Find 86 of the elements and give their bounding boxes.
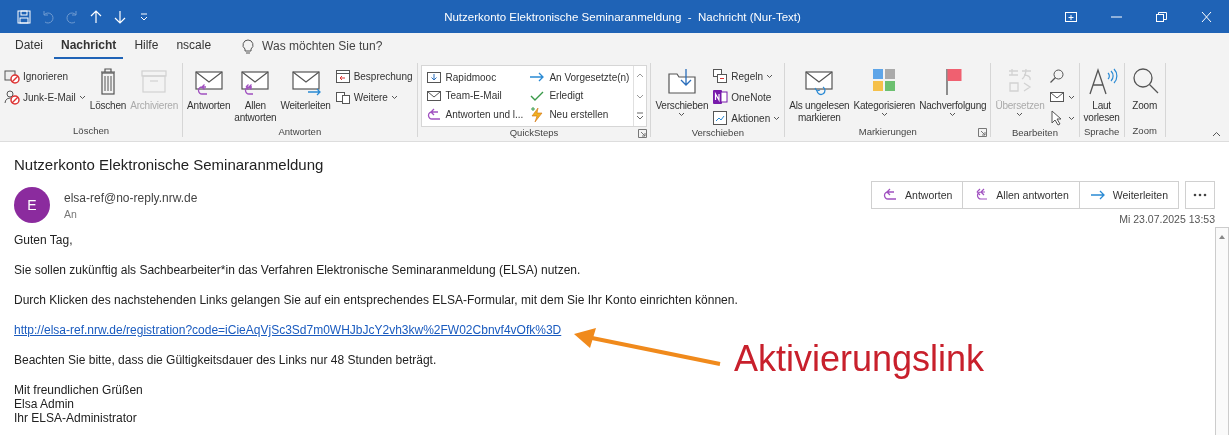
- lightning-icon: [529, 106, 546, 123]
- quickstep-item[interactable]: Neu erstellen: [529, 105, 630, 124]
- actions-icon: [712, 110, 729, 126]
- caret-icon: [1067, 115, 1075, 121]
- ribbon-tab[interactable]: Hilfe: [127, 33, 166, 59]
- restore-icon[interactable]: [1156, 11, 1167, 22]
- ribbon-button[interactable]: Als ungelesen markieren: [788, 63, 851, 126]
- caret-icon: [773, 115, 781, 121]
- quickstep-item[interactable]: An Vorgesetzte(n): [529, 68, 630, 87]
- group-label: Löschen: [73, 124, 109, 136]
- up-arrow-icon[interactable]: [88, 8, 104, 25]
- windows-icon: [334, 89, 351, 105]
- ribbon-button[interactable]: Antworten: [186, 63, 232, 114]
- dialog-launcher-icon[interactable]: [638, 129, 648, 138]
- search-icon: [1048, 68, 1065, 84]
- quickstep-item[interactable]: Rapidmooc: [425, 68, 524, 87]
- ribbon-button[interactable]: Verschieben: [654, 63, 710, 119]
- group-label: Markierungen: [858, 126, 917, 137]
- caret-icon: [678, 112, 686, 117]
- reply-arrow-icon: [882, 187, 899, 203]
- body-paragraph: Guten Tag,: [14, 233, 74, 247]
- window-title: Nutzerkonto Elektronische Seminaranmeldung - Nachricht (Nur-Text): [443, 10, 802, 23]
- group-label: Zoom: [1132, 124, 1157, 136]
- ribbon-button[interactable]: Laut vorlesen: [1082, 63, 1121, 126]
- ribbon-button[interactable]: Regeln: [711, 67, 782, 85]
- group-label: Verschieben: [691, 127, 744, 138]
- ribbon-button[interactable]: Besprechung: [333, 67, 414, 85]
- ribbon-button[interactable]: Allen antworten: [233, 63, 278, 126]
- close-icon[interactable]: [1201, 11, 1212, 22]
- caret-icon: [1016, 112, 1024, 117]
- ribbon-button[interactable]: Nachverfolgung: [918, 63, 988, 119]
- caret-icon: [949, 112, 957, 117]
- signature-line: Ihr ELSA-Administrator: [14, 411, 138, 425]
- tell-me-field[interactable]: Was möchten Sie tun?: [238, 35, 387, 57]
- group-label: Bearbeiten: [1011, 127, 1058, 138]
- mail-icon: [425, 88, 442, 104]
- mail-icon: [1048, 89, 1065, 105]
- message-subject: Nutzerkonto Elektronische Seminaranmeldung: [14, 156, 325, 173]
- dialog-launcher-icon[interactable]: [978, 128, 988, 137]
- body-paragraph: Beachten Sie bitte, dass die Gültigkeitsdauer des Links nur 48 Stunden beträgt.: [14, 353, 438, 367]
- recipient-label: An: [64, 208, 78, 220]
- ribbon-button[interactable]: OneNote: [711, 88, 782, 106]
- scrollbar[interactable]: [1215, 227, 1229, 435]
- group-label: Antworten: [278, 126, 322, 137]
- signature-line: Elsa Admin: [14, 397, 76, 411]
- ribbon-tab[interactable]: nscale: [169, 33, 219, 59]
- ribbon-button[interactable]: Aktionen: [711, 109, 782, 127]
- ribbon-button[interactable]: Kategorisieren: [852, 63, 917, 119]
- message-date: Mi 23.07.2025 13:53: [1119, 213, 1215, 225]
- ribbon-button[interactable]: Zoom: [1127, 63, 1162, 114]
- caret-icon: [880, 112, 888, 117]
- body-paragraph: Durch Klicken des nachstehenden Links gelangen Sie auf ein entsprechendes ELSA-Formular, mit dem Sie Ihr Konto einrichten können.: [14, 293, 739, 307]
- signature-line: Mit freundlichen Grüßen: [14, 383, 144, 397]
- notebook-icon: [712, 89, 729, 105]
- annotation-label: Aktivierungslink: [734, 338, 985, 380]
- group-label: QuickSteps: [509, 127, 559, 138]
- caret-icon: [766, 73, 773, 79]
- caret-icon: [390, 94, 398, 100]
- save-icon[interactable]: [16, 8, 32, 25]
- collapse-icon[interactable]: [1212, 131, 1221, 137]
- ribbon-display-icon[interactable]: [1065, 11, 1077, 22]
- activation-link[interactable]: http://elsa-ref.nrw.de/registration?code=iCieAqVjSc3Sd7m0WHJbJcY2vh3kw%2FW02Cbnvf4vOfk%3D: [14, 323, 562, 337]
- junk-icon: [4, 89, 20, 105]
- quickstep-item[interactable]: Erledigt: [529, 86, 630, 106]
- rules-icon: [712, 68, 729, 84]
- reply-arrow-icon: [425, 106, 442, 123]
- lightbulb-icon: [242, 38, 255, 54]
- body-paragraph: Sie sollen zukünftig als Sachbearbeiter*in das Verfahren Elektronische Seminaranmeldung (ELSA) nutzen.: [14, 263, 582, 277]
- quickstep-item[interactable]: Team-E-Mail: [425, 86, 524, 106]
- group-label: Sprache: [1083, 126, 1120, 137]
- sender-address: elsa-ref@no-reply.nrw.de: [64, 191, 198, 205]
- more-icon: [1193, 193, 1207, 197]
- calendar-icon: [334, 68, 351, 84]
- caret-icon: [1067, 94, 1075, 100]
- ignore-icon: [4, 68, 20, 84]
- ribbon-button[interactable]: Junk-E-Mail: [3, 88, 87, 106]
- sender-avatar: E: [14, 187, 50, 223]
- ribbon-button[interactable]: Ignorieren: [3, 67, 87, 85]
- ribbon-button[interactable]: Löschen: [88, 63, 128, 114]
- folder-icon: [425, 69, 442, 86]
- ribbon-tab[interactable]: Datei: [8, 33, 50, 59]
- ribbon-button[interactable]: Weitere: [333, 88, 414, 106]
- ribbon-button[interactable]: Weiterleiten: [279, 63, 332, 114]
- down-arrow-icon[interactable]: [112, 8, 128, 25]
- caret-icon: [78, 94, 86, 100]
- quickstep-item[interactable]: Antworten und l...: [425, 105, 524, 124]
